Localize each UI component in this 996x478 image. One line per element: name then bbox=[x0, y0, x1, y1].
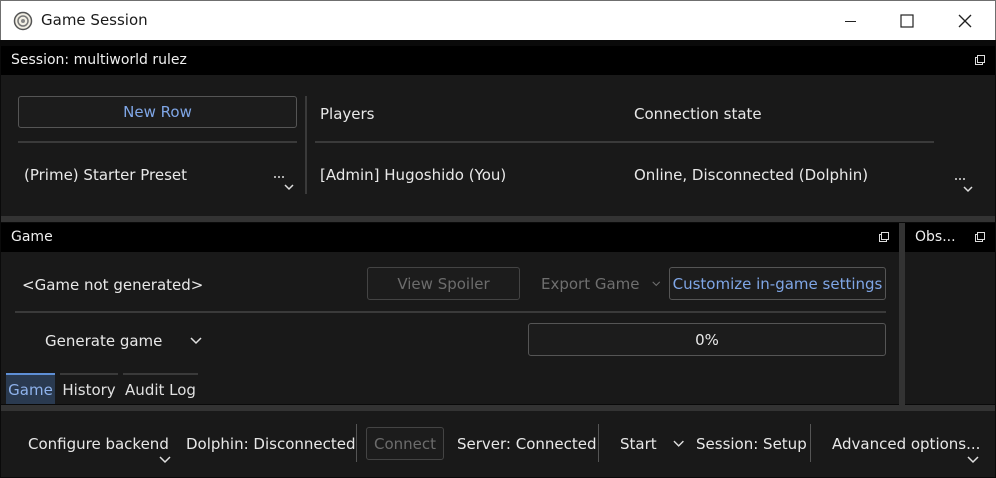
chevron-down-icon bbox=[673, 440, 684, 447]
close-button[interactable] bbox=[937, 1, 993, 41]
start-label: Start bbox=[620, 434, 657, 453]
configure-backend-button[interactable]: Configure backend bbox=[20, 424, 175, 468]
row-divider bbox=[18, 141, 297, 143]
configure-backend-label: Configure backend bbox=[28, 435, 169, 453]
observer-title: Obs... bbox=[915, 229, 956, 245]
session-status: Session: Setup bbox=[696, 435, 807, 453]
new-row-button[interactable]: New Row bbox=[18, 96, 297, 128]
session-title: Session: multiworld rulez bbox=[11, 52, 187, 68]
game-divider bbox=[15, 311, 886, 313]
connect-button[interactable]: Connect bbox=[366, 427, 444, 460]
server-status: Server: Connected bbox=[457, 435, 597, 453]
customize-settings-button[interactable]: Customize in-game settings bbox=[669, 267, 886, 300]
preset-name: (Prime) Starter Preset bbox=[24, 166, 188, 184]
players-header-divider bbox=[315, 141, 934, 143]
advanced-options-label: Advanced options... bbox=[832, 435, 981, 453]
tab-game[interactable]: Game bbox=[6, 373, 55, 404]
session-dock-header[interactable]: Session: multiworld rulez bbox=[1, 46, 995, 75]
export-game-dropdown[interactable]: Export Game bbox=[530, 267, 660, 300]
generate-game-dropdown[interactable]: Generate game bbox=[30, 324, 210, 357]
progress-text: 0% bbox=[695, 331, 719, 349]
export-game-label: Export Game bbox=[541, 274, 640, 293]
tab-history[interactable]: History bbox=[60, 373, 118, 404]
view-spoiler-button[interactable]: View Spoiler bbox=[367, 267, 520, 300]
undock-icon[interactable] bbox=[878, 231, 890, 243]
window-titlebar[interactable]: Game Session bbox=[0, 0, 996, 40]
chevron-down-icon bbox=[967, 456, 979, 464]
game-status: <Game not generated> bbox=[22, 276, 204, 294]
game-dock-header[interactable]: Game bbox=[1, 223, 899, 252]
chevron-down-icon bbox=[190, 336, 202, 344]
start-dropdown-button[interactable]: Start bbox=[612, 427, 684, 460]
horizontal-splitter[interactable] bbox=[1, 216, 995, 222]
toolbar-separator bbox=[810, 424, 811, 462]
game-title: Game bbox=[11, 229, 53, 245]
app-logo-icon bbox=[13, 11, 33, 31]
undock-icon[interactable] bbox=[974, 231, 986, 243]
advanced-options-button[interactable]: Advanced options... bbox=[824, 424, 984, 468]
undock-icon[interactable] bbox=[974, 54, 986, 66]
close-icon bbox=[958, 14, 972, 28]
generate-game-label: Generate game bbox=[45, 331, 163, 350]
player-options-button[interactable] bbox=[952, 172, 978, 198]
maximize-icon bbox=[900, 14, 914, 28]
minimize-button[interactable] bbox=[823, 1, 879, 41]
dolphin-status: Dolphin: Disconnected bbox=[186, 435, 356, 453]
maximize-button[interactable] bbox=[879, 1, 935, 41]
toolbar-separator bbox=[356, 424, 357, 462]
toolbar-separator bbox=[598, 424, 599, 462]
minimize-icon bbox=[845, 21, 856, 22]
more-dropdown-icon bbox=[955, 178, 973, 193]
chevron-down-icon bbox=[159, 456, 171, 464]
players-column-header: Players bbox=[320, 105, 375, 123]
generation-progress-bar: 0% bbox=[528, 323, 886, 356]
connection-column-header: Connection state bbox=[634, 105, 762, 123]
window-title: Game Session bbox=[41, 11, 148, 29]
more-dropdown-icon bbox=[274, 176, 294, 191]
observer-dock-header[interactable]: Obs... bbox=[905, 223, 995, 252]
observer-panel bbox=[905, 252, 995, 404]
column-splitter[interactable] bbox=[305, 96, 307, 194]
player-connection-state: Online, Disconnected (Dolphin) bbox=[634, 166, 869, 184]
tab-audit-log[interactable]: Audit Log bbox=[123, 373, 198, 404]
chevron-down-icon bbox=[651, 281, 660, 286]
preset-options-button[interactable] bbox=[272, 168, 294, 194]
player-name: [Admin] Hugoshido (You) bbox=[320, 166, 507, 184]
